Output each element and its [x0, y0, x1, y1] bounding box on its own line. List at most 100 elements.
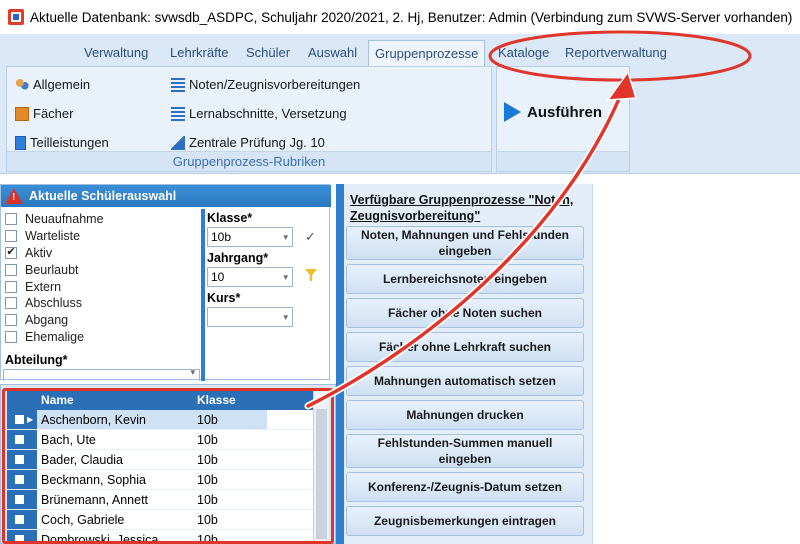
status-beurlaubt[interactable]: Beurlaubt — [5, 261, 200, 278]
status-abgang[interactable]: Abgang — [5, 312, 200, 329]
checkbox[interactable] — [15, 495, 24, 504]
faecher-ohne-noten-button[interactable]: Fächer ohne Noten suchen — [346, 298, 584, 328]
cell-empty — [267, 410, 313, 429]
ausfuehren-button[interactable]: Ausführen — [504, 102, 602, 122]
cell-empty — [267, 450, 313, 469]
checkbox[interactable] — [15, 475, 24, 484]
status-ehemalige[interactable]: Ehemalige — [5, 329, 200, 346]
status-label: Aktiv — [25, 245, 53, 260]
abteilung-select[interactable]: ▾ — [3, 367, 200, 381]
column-klasse[interactable]: Klasse — [193, 391, 267, 410]
chevron-up-icon[interactable]: ▲ — [314, 391, 330, 407]
checkbox[interactable] — [5, 280, 17, 293]
ausfuehren-label: Ausführen — [527, 103, 602, 121]
mahnungen-drucken-button[interactable]: Mahnungen drucken — [346, 400, 584, 430]
table-row[interactable]: Coch, Gabriele 10b — [7, 510, 313, 530]
table-row[interactable]: Dombrowski, Jessica 10b — [7, 530, 313, 544]
checkbox[interactable] — [15, 455, 24, 464]
tab-kataloge[interactable]: Kataloge — [498, 40, 549, 66]
zentrale-pruefung-label: Zentrale Prüfung Jg. 10 — [189, 135, 325, 150]
row-selector[interactable] — [7, 490, 37, 509]
table-row[interactable]: Bach, Ute 10b — [7, 430, 313, 450]
table-row[interactable]: Bader, Claudia 10b — [7, 450, 313, 470]
row-selector[interactable] — [7, 430, 37, 449]
cell-name: Bader, Claudia — [41, 453, 124, 467]
tab-reportverwaltung[interactable]: Reportverwaltung — [565, 40, 667, 66]
checkbox[interactable] — [15, 435, 24, 444]
checkmark-icon[interactable]: ✔ — [5, 246, 17, 259]
jahrgang-select[interactable]: 10 ▾ — [207, 267, 293, 287]
cell-name: Coch, Gabriele — [41, 513, 125, 527]
konferenz-datum-button[interactable]: Konferenz-/Zeugnis-Datum setzen — [346, 472, 584, 502]
execute-group-label — [497, 151, 629, 171]
checkbox[interactable] — [5, 213, 17, 226]
cell-empty — [267, 530, 313, 544]
row-selector[interactable] — [7, 530, 37, 544]
checkbox[interactable] — [15, 535, 24, 544]
jahrgang-value: 10 — [211, 270, 225, 284]
checkbox[interactable] — [5, 314, 17, 327]
faecher-label: Fächer — [33, 106, 74, 121]
splitter[interactable] — [201, 209, 205, 381]
lernbereichsnoten-button[interactable]: Lernbereichsnoten eingeben — [346, 264, 584, 294]
column-name[interactable]: Name — [37, 391, 193, 410]
mahnungen-setzen-button[interactable]: Mahnungen automatisch setzen — [346, 366, 584, 396]
tab-verwaltung[interactable]: Verwaltung — [84, 40, 148, 66]
checkmark-icon[interactable]: ✓ — [305, 229, 316, 245]
row-selector[interactable]: ▶ — [7, 410, 37, 429]
allgemein-button[interactable]: Allgemein — [15, 77, 90, 92]
tab-auswahl[interactable]: Auswahl — [308, 40, 357, 66]
cell-name: Bach, Ute — [41, 433, 96, 447]
window-title: Aktuelle Datenbank: svwsdb_ASDPC, Schulj… — [30, 9, 793, 25]
ribbon: Verwaltung Lehrkräfte Schüler Auswahl Gr… — [0, 34, 800, 174]
klasse-select[interactable]: 10b ▾ — [207, 227, 293, 247]
cell-empty — [267, 490, 313, 509]
play-icon — [504, 102, 521, 122]
faecher-button[interactable]: Fächer — [15, 106, 73, 121]
chevron-down-icon: ▾ — [283, 272, 288, 282]
kurs-select[interactable]: ▾ — [207, 307, 293, 327]
status-abschluss[interactable]: Abschluss — [5, 295, 200, 312]
status-warteliste[interactable]: Warteliste — [5, 228, 200, 245]
row-selector[interactable] — [7, 510, 37, 529]
list-icon — [171, 77, 185, 92]
row-indicator-header — [7, 391, 37, 410]
table-row[interactable]: Brünemann, Annett 10b — [7, 490, 313, 510]
box-icon — [15, 106, 29, 121]
cell-klasse: 10b — [197, 533, 218, 544]
table-row[interactable]: Beckmann, Sophia 10b — [7, 470, 313, 490]
grid-scrollbar[interactable]: ▲ — [313, 391, 329, 544]
faecher-ohne-lehrkraft-button[interactable]: Fächer ohne Lehrkraft suchen — [346, 332, 584, 362]
tab-schueler[interactable]: Schüler — [246, 40, 290, 66]
checkbox[interactable] — [5, 330, 17, 343]
checkbox[interactable] — [15, 415, 24, 424]
checkbox[interactable] — [5, 230, 17, 243]
row-selector[interactable] — [7, 470, 37, 489]
noten-zeugnis-label: Noten/Zeugnisvorbereitungen — [189, 77, 361, 92]
status-label: Warteliste — [25, 229, 81, 244]
status-extern[interactable]: Extern — [5, 278, 200, 295]
row-selector[interactable] — [7, 450, 37, 469]
fehlstunden-summen-button[interactable]: Fehlstunden-Summen manuell eingeben — [346, 434, 584, 468]
cell-name: Dombrowski, Jessica — [41, 533, 159, 544]
filter-icon[interactable] — [305, 269, 317, 281]
status-aktiv[interactable]: ✔ Aktiv — [5, 245, 200, 262]
checkbox[interactable] — [5, 263, 17, 276]
checkbox[interactable] — [5, 297, 17, 310]
chart-icon — [171, 135, 185, 150]
noten-eingeben-button[interactable]: Noten, Mahnungen und Fehlstunden eingebe… — [346, 226, 584, 260]
tab-lehrkraefte[interactable]: Lehrkräfte — [170, 40, 229, 66]
teilleistungen-button[interactable]: Teilleistungen — [15, 135, 109, 150]
lernabschnitte-button[interactable]: Lernabschnitte, Versetzung — [171, 106, 347, 121]
zeugnisbemerkungen-button[interactable]: Zeugnisbemerkungen eintragen — [346, 506, 584, 536]
checkbox[interactable] — [15, 515, 24, 524]
status-neuaufnahme[interactable]: Neuaufnahme — [5, 211, 200, 228]
scroll-thumb[interactable] — [316, 409, 327, 539]
cell-empty — [267, 430, 313, 449]
noten-zeugnis-button[interactable]: Noten/Zeugnisvorbereitungen — [171, 77, 360, 92]
table-row[interactable]: ▶ Aschenborn, Kevin 10b — [7, 410, 313, 430]
cell-klasse: 10b — [197, 473, 218, 487]
tab-gruppenprozesse[interactable]: Gruppenprozesse — [368, 40, 486, 66]
list-icon — [171, 106, 185, 121]
zentrale-pruefung-button[interactable]: Zentrale Prüfung Jg. 10 — [171, 135, 325, 150]
